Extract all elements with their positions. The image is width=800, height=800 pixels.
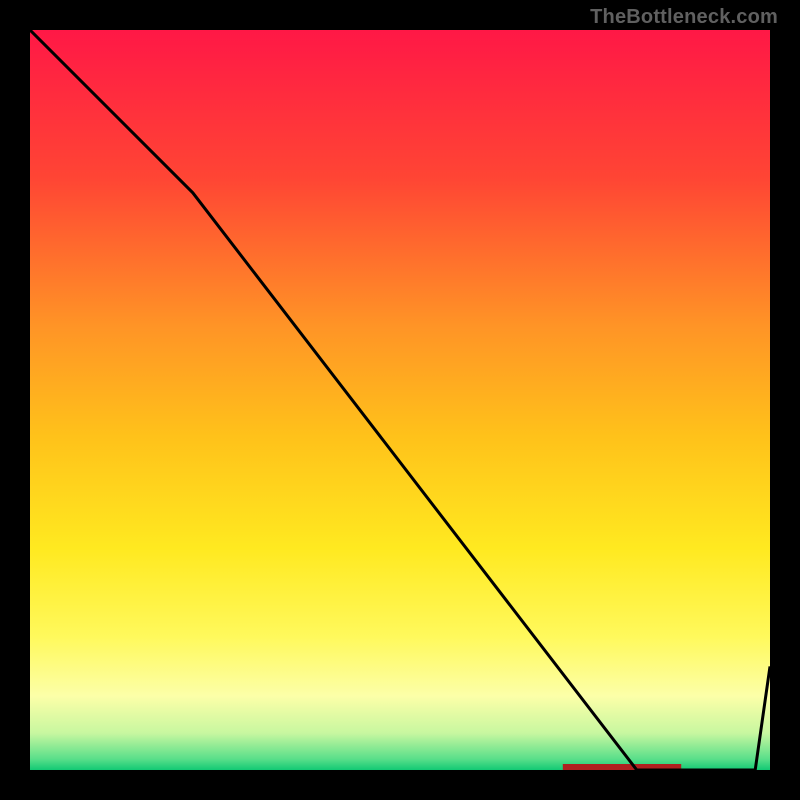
watermark-text: TheBottleneck.com — [590, 6, 778, 29]
chart-svg — [30, 30, 770, 770]
plot-area — [30, 30, 770, 770]
chart-frame: TheBottleneck.com — [0, 0, 800, 800]
